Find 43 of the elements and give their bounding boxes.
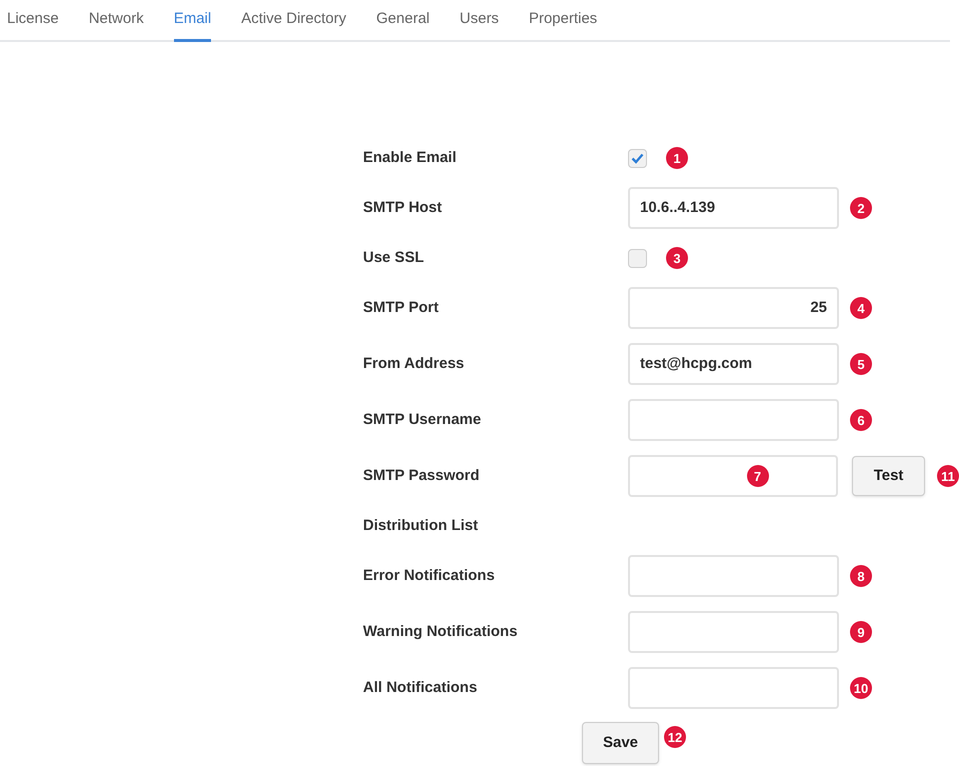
- section-heading: Distribution List: [363, 516, 479, 536]
- number-marker: 6: [850, 409, 872, 431]
- input-field[interactable]: [628, 667, 839, 709]
- field-label: SMTP Username: [363, 410, 482, 430]
- number-marker: 9: [850, 621, 872, 643]
- number-marker: 8: [850, 565, 872, 587]
- tab[interactable]: General: [376, 0, 430, 42]
- tab[interactable]: Network: [88, 0, 144, 42]
- field-label: From Address: [363, 354, 466, 374]
- tab[interactable]: Active Directory: [241, 0, 346, 42]
- input-field[interactable]: 25: [628, 287, 839, 329]
- input-field[interactable]: [628, 611, 839, 653]
- input-field[interactable]: [628, 399, 839, 441]
- number-marker: 10: [850, 677, 872, 699]
- input-field[interactable]: [628, 555, 839, 597]
- field-label: SMTP Host: [363, 198, 443, 218]
- check-icon: [631, 152, 644, 164]
- number-marker: 4: [850, 297, 872, 319]
- tab[interactable]: Email: [174, 0, 212, 42]
- number-marker: 5: [850, 353, 872, 375]
- field-label: SMTP Port: [363, 298, 440, 318]
- tab[interactable]: License: [7, 0, 59, 42]
- field-label: Error Notifications: [363, 566, 496, 586]
- tab[interactable]: Properties: [528, 0, 598, 42]
- field-label: SMTP Password: [363, 466, 480, 486]
- save-button[interactable]: Save: [582, 722, 659, 764]
- field-label: All Notifications: [363, 678, 478, 698]
- number-marker: 11: [937, 465, 959, 487]
- tab[interactable]: Users: [460, 0, 499, 42]
- input-field[interactable]: test@hcpg.com: [628, 343, 839, 385]
- number-marker: 2: [850, 197, 872, 219]
- checkbox[interactable]: [628, 248, 647, 268]
- number-marker: 1: [666, 147, 688, 169]
- field-label: Warning Notifications: [363, 622, 518, 642]
- checkbox[interactable]: [628, 148, 647, 168]
- input-field[interactable]: 7: [628, 455, 838, 497]
- input-field[interactable]: 10.6..4.139: [628, 187, 839, 229]
- number-marker: 3: [666, 247, 688, 269]
- number-marker: 12: [664, 726, 686, 748]
- field-label: Enable Email: [363, 148, 458, 168]
- test-button[interactable]: Test: [852, 456, 925, 496]
- field-label: Use SSL: [363, 248, 425, 268]
- number-marker: 7: [746, 465, 768, 487]
